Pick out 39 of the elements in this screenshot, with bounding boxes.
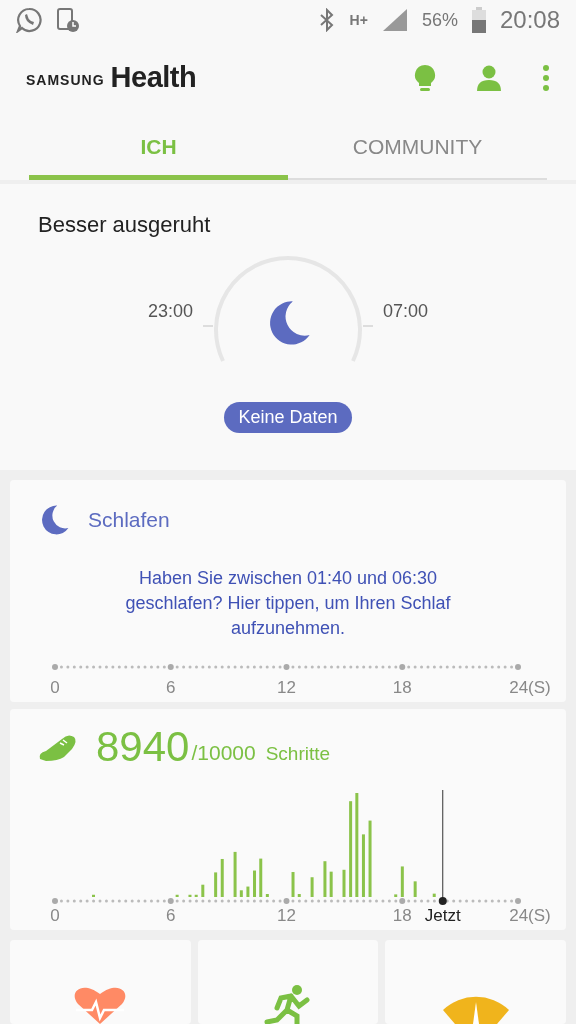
axis-label: 24(S): [509, 678, 551, 698]
profile-icon[interactable]: [476, 64, 502, 91]
axis-label: 24(S): [509, 906, 551, 926]
step-goal: /10000: [191, 741, 256, 765]
no-data-badge: Keine Daten: [224, 402, 352, 433]
tracker-tile[interactable]: [197, 940, 379, 1024]
card-title: Schlafen: [88, 508, 170, 532]
steps-card[interactable]: 8940/10000 Schritte 0 6 12 18 Jetzt 24(S): [10, 709, 566, 930]
axis-label: 0: [50, 678, 60, 698]
step-unit: Schritte: [265, 743, 331, 765]
axis-label: 6: [166, 678, 176, 698]
running-icon: [263, 984, 313, 1024]
device-clock-icon: [56, 7, 80, 33]
app-title: Health: [110, 61, 197, 94]
axis-label: 12: [277, 906, 296, 926]
sleep-card[interactable]: Schlafen Haben Sie zwischen 01:40 und 06:30 geschlafen? Hier tippen, um Ihren Schlaf aufzunehmen. 0 6 12 18 24(S): [10, 480, 566, 702]
step-count: 8940: [96, 723, 190, 771]
wake-time-label: 07:00: [383, 300, 429, 322]
lightbulb-icon[interactable]: [414, 63, 436, 92]
brand-wordmark: SAMSUNG: [26, 71, 105, 88]
chat-app-icon: [16, 7, 42, 33]
axis-label: 18: [392, 906, 412, 926]
sleep-prompt[interactable]: Haben Sie zwischen 01:40 und 06:30 geschlafen? Hier tippen, um Ihren Schlaf aufzunehmen.: [100, 566, 476, 641]
clock-time: 20:08: [499, 6, 560, 34]
shoe-icon: [38, 733, 78, 761]
axis-label: 18: [392, 678, 412, 698]
battery-icon: [471, 7, 486, 33]
bedtime-label: 23:00: [147, 300, 193, 322]
battery-percent: 56%: [421, 9, 458, 31]
network-type: H+: [349, 12, 368, 28]
tracker-tile[interactable]: [385, 940, 566, 1024]
now-label: Jetzt: [424, 906, 461, 926]
axis-label: 0: [50, 906, 60, 926]
more-menu-icon[interactable]: [542, 64, 550, 91]
tracker-tile[interactable]: [10, 940, 191, 1024]
sleep-summary-title: Besser ausgeruht: [38, 212, 211, 238]
axis-label: 6: [166, 906, 176, 926]
axis-label: 12: [277, 678, 296, 698]
signal-icon: [381, 8, 408, 32]
